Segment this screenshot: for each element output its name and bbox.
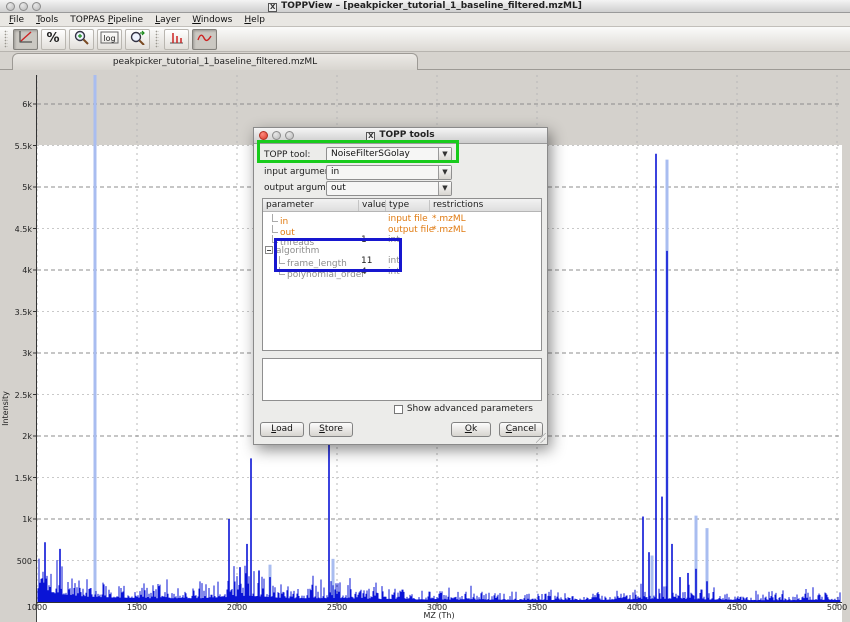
description-box [262, 358, 542, 401]
topp-tools-dialog: XTOPP tools TOPP tool: NoiseFilterSGolay… [253, 127, 548, 445]
chevron-down-icon: ▼ [438, 166, 451, 179]
parameter-table-header: parameter valuetype restrictions [263, 199, 541, 212]
show-advanced-label: Show advanced parameters [407, 404, 533, 414]
column-header-type[interactable]: type [385, 200, 409, 211]
output-argument-select[interactable]: out▼ [326, 181, 452, 196]
collapse-icon[interactable] [265, 246, 273, 254]
advanced-parameters-row: Show advanced parameters [394, 404, 533, 414]
tree-branch-icon [272, 225, 278, 233]
param-restrictions: *.mzML [432, 225, 466, 235]
tree-branch-icon [272, 214, 278, 222]
column-header-value[interactable]: value [358, 200, 387, 211]
show-advanced-checkbox[interactable] [394, 405, 403, 414]
param-restrictions: *.mzML [432, 214, 466, 224]
chevron-down-icon: ▼ [438, 182, 451, 195]
column-header-parameter[interactable]: parameter [263, 200, 314, 211]
param-type: input file [388, 214, 428, 224]
param-row-in[interactable]: ininput file*.mzML [263, 214, 541, 224]
load-button[interactable]: Load [260, 422, 304, 437]
resize-grip[interactable] [536, 433, 546, 443]
param-row-out[interactable]: outoutput file*.mzML [263, 225, 541, 235]
store-button[interactable]: Store [309, 422, 353, 437]
param-type: output file [388, 225, 434, 235]
parameter-table[interactable]: parametervaluetyperestrictions ininput f… [262, 198, 542, 351]
algorithm-highlight-box [274, 238, 402, 272]
input-argument-select[interactable]: in▼ [326, 165, 452, 180]
ok-button[interactable]: Ok [451, 422, 491, 437]
tool-highlight-box [257, 140, 459, 163]
column-header-restrictions[interactable]: restrictions [429, 200, 483, 211]
